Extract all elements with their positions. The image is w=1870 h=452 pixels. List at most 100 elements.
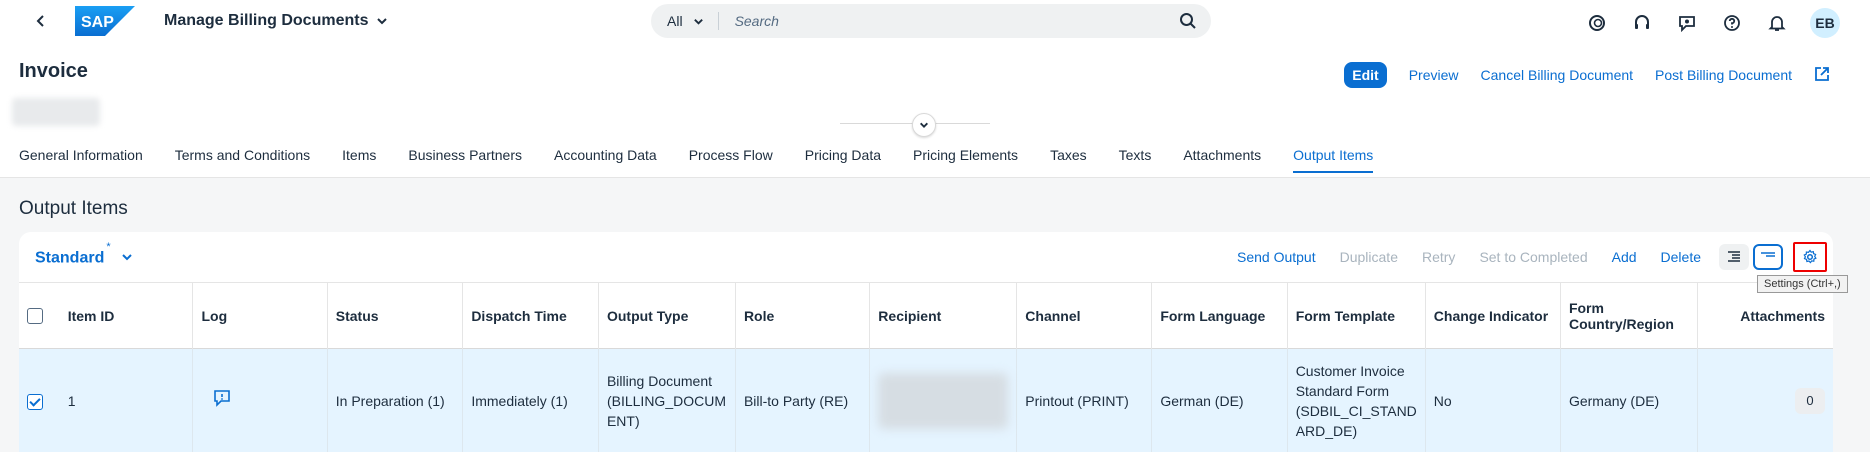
cell-form-country: Germany (DE) [1560, 348, 1698, 452]
form-template-line: (SDBIL_CI_STAND [1295, 402, 1417, 419]
output-type-line: ENT) [606, 412, 640, 429]
col-role[interactable]: Role [735, 282, 871, 349]
tab-process-flow[interactable]: Process Flow [689, 147, 773, 173]
feedback-icon [1679, 16, 1695, 32]
collapse-rows-button[interactable] [1753, 244, 1783, 270]
tab-terms-and-conditions[interactable]: Terms and Conditions [175, 147, 310, 173]
cell-change-indicator: No [1425, 348, 1561, 452]
joule-button[interactable] [1585, 11, 1609, 35]
app-title-menu[interactable]: Manage Billing Documents [164, 12, 388, 30]
col-status[interactable]: Status [327, 282, 464, 349]
shell-actions: EB [1585, 8, 1840, 38]
chevron-down-icon [121, 254, 132, 261]
table-row[interactable]: 1 In Preparation (1) Immediately (1) Bil… [19, 348, 1833, 452]
table-settings-button[interactable] [1793, 242, 1827, 272]
col-form-template[interactable]: Form Template [1287, 282, 1426, 349]
cancel-billing-document-button[interactable]: Cancel Billing Document [1481, 67, 1634, 83]
col-item-id[interactable]: Item ID [59, 282, 194, 349]
output-type-line: Billing Document [606, 372, 713, 389]
list-header-icon [1761, 252, 1775, 257]
row-select-cell [19, 349, 60, 452]
col-dispatch-time[interactable]: Dispatch Time [462, 282, 599, 349]
object-page-header: Invoice Edit Preview Cancel Billing Docu… [0, 42, 1870, 178]
user-avatar[interactable]: EB [1810, 8, 1840, 38]
document-number-redacted [12, 98, 100, 126]
row-checkbox[interactable] [27, 393, 43, 410]
log-button[interactable] [213, 390, 231, 410]
search-scope-value: All [667, 13, 683, 29]
cell-dispatch-time: Immediately (1) [462, 348, 599, 452]
tab-pricing-data[interactable]: Pricing Data [805, 147, 881, 173]
duplicate-button[interactable]: Duplicate [1340, 249, 1398, 265]
tab-pricing-elements[interactable]: Pricing Elements [913, 147, 1018, 173]
select-all-checkbox[interactable] [27, 308, 43, 325]
variant-management[interactable]: Standard* [35, 241, 133, 267]
feedback-button[interactable] [1675, 11, 1699, 35]
tab-business-partners[interactable]: Business Partners [408, 147, 522, 173]
cell-item-id: 1 [59, 348, 194, 452]
share-button[interactable] [1814, 66, 1830, 85]
shell-bar: SAP Manage Billing Documents All Search … [0, 0, 1870, 42]
logo-text: SAP [81, 14, 114, 31]
col-log[interactable]: Log [192, 282, 328, 349]
back-button[interactable] [30, 10, 52, 32]
set-to-completed-button[interactable]: Set to Completed [1479, 249, 1587, 265]
search-button[interactable] [1171, 4, 1205, 38]
cell-role: Bill-to Party (RE) [735, 348, 871, 452]
col-form-language[interactable]: Form Language [1151, 282, 1288, 349]
search-scope-select[interactable]: All [667, 13, 704, 29]
edit-button[interactable]: Edit [1344, 62, 1387, 88]
attachments-count-badge[interactable]: 0 [1795, 387, 1825, 414]
search-input[interactable] [734, 13, 1171, 29]
search-divider [717, 12, 719, 30]
view-toggle [1719, 244, 1783, 270]
table-toolbar: Standard* Send Output Duplicate Retry Se… [19, 232, 1833, 282]
col-recipient[interactable]: Recipient [869, 282, 1018, 349]
collapse-header-button[interactable] [912, 113, 936, 137]
form-template-line: ARD_DE) [1295, 422, 1358, 439]
chevron-down-icon [693, 18, 703, 25]
add-button[interactable]: Add [1612, 249, 1637, 265]
tab-texts[interactable]: Texts [1119, 147, 1152, 173]
tab-taxes[interactable]: Taxes [1050, 147, 1087, 173]
expand-rows-button[interactable] [1719, 244, 1749, 270]
col-change-indicator[interactable]: Change Indicator [1425, 282, 1561, 349]
variant-name: Standard [35, 249, 105, 267]
sap-logo[interactable]: SAP [75, 6, 135, 36]
headset-icon [1635, 15, 1649, 29]
col-output-type[interactable]: Output Type [598, 282, 736, 349]
gear-icon [1803, 249, 1817, 264]
cell-recipient [869, 348, 1018, 452]
col-form-country[interactable]: Form Country/Region [1560, 282, 1698, 349]
retry-button[interactable]: Retry [1422, 249, 1455, 265]
joule-icon [1589, 15, 1605, 31]
cell-log [192, 348, 328, 452]
share-icon [1815, 66, 1829, 81]
output-type-line: (BILLING_DOCUM [606, 392, 726, 409]
help-icon [1724, 15, 1740, 31]
delete-button[interactable]: Delete [1661, 249, 1701, 265]
chevron-down-icon [377, 18, 388, 25]
preview-button[interactable]: Preview [1409, 67, 1459, 83]
tab-attachments[interactable]: Attachments [1183, 147, 1261, 173]
variant-modified-marker: * [106, 240, 111, 253]
search-bar: All [651, 4, 1211, 38]
send-output-button[interactable]: Send Output [1237, 249, 1316, 265]
notifications-button[interactable] [1765, 11, 1789, 35]
post-billing-document-button[interactable]: Post Billing Document [1655, 67, 1792, 83]
tab-accounting-data[interactable]: Accounting Data [554, 147, 657, 173]
app-title: Manage Billing Documents [164, 12, 369, 29]
tab-items[interactable]: Items [342, 147, 376, 173]
tab-output-items[interactable]: Output Items [1293, 147, 1374, 173]
anchor-tab-bar: General Information Terms and Conditions… [19, 147, 1374, 173]
table-actions: Send Output Duplicate Retry Set to Compl… [1237, 242, 1827, 272]
recipient-redacted [878, 372, 1009, 429]
help-button[interactable] [1720, 11, 1744, 35]
cell-output-type: Billing Document (BILLING_DOCUM ENT) [598, 348, 736, 452]
header-actions: Edit Preview Cancel Billing Document Pos… [1344, 62, 1830, 88]
form-template-line: Customer Invoice [1295, 362, 1405, 379]
support-button[interactable] [1630, 11, 1654, 35]
cell-form-language: German (DE) [1151, 348, 1288, 452]
tab-general-information[interactable]: General Information [19, 147, 143, 173]
col-channel[interactable]: Channel [1016, 282, 1153, 349]
